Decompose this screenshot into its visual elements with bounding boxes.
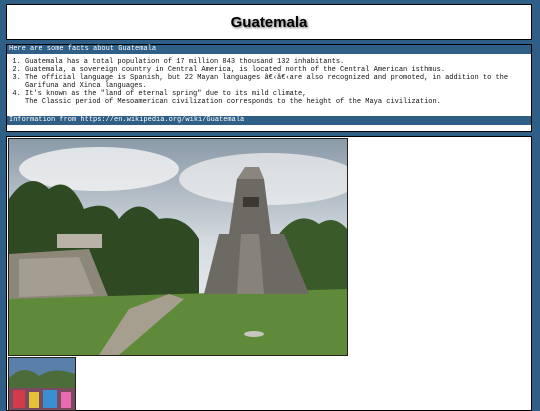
market-photo-thumbnail[interactable] <box>8 357 76 411</box>
facts-panel: Here are some facts about Guatemala Guat… <box>6 44 532 132</box>
fact-item-continuation: The Classic period of Mesoamerican civil… <box>25 98 441 106</box>
source-link[interactable]: Information from https://en.wikipedia.or… <box>7 116 531 125</box>
fact-item-text: It's known as the "land of eternal sprin… <box>25 90 307 98</box>
fact-item: It's known as the "land of eternal sprin… <box>25 90 531 106</box>
page-title: Guatemala <box>230 13 308 31</box>
fact-item: Guatemala has a total population of 17 m… <box>25 58 531 66</box>
fact-item: Guatemala, a sovereign country in Centra… <box>25 66 531 74</box>
tikal-temple-photo <box>8 138 348 356</box>
facts-intro-bar: Here are some facts about Guatemala <box>7 45 531 54</box>
facts-list: Guatemala has a total population of 17 m… <box>7 58 531 106</box>
title-panel: Guatemala <box>6 4 532 40</box>
image-gallery <box>6 136 532 411</box>
fact-item: The official language is Spanish, but 22… <box>25 74 531 90</box>
